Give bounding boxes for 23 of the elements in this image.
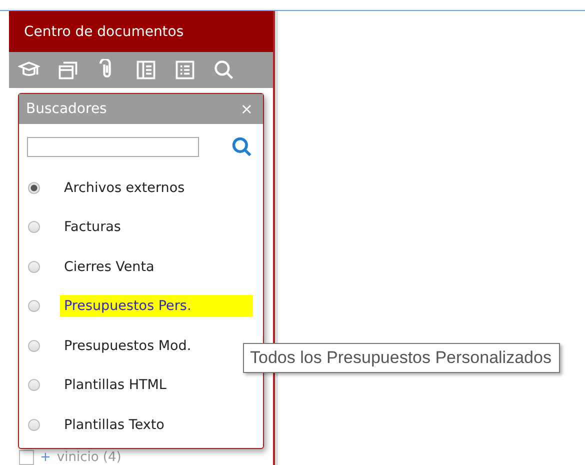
book-icon[interactable] (135, 59, 157, 81)
radio-button[interactable] (28, 418, 40, 431)
option-label[interactable]: Facturas (60, 216, 253, 238)
radio-button[interactable] (28, 379, 40, 392)
checkbox[interactable] (19, 450, 34, 465)
option-label[interactable]: Archivos externos (60, 176, 253, 199)
search-field[interactable] (27, 137, 199, 157)
list-icon[interactable] (174, 59, 196, 81)
search-icon[interactable] (231, 136, 253, 158)
radio-button[interactable] (28, 300, 40, 312)
option-label[interactable]: Presupuestos Pers. (60, 295, 253, 318)
option-label[interactable]: Plantillas HTML (60, 374, 253, 396)
cards-icon[interactable] (57, 59, 79, 81)
option-label[interactable]: Cierres Venta (60, 256, 253, 278)
option-label[interactable]: Plantillas Texto (60, 414, 253, 436)
radio-button[interactable] (28, 182, 40, 194)
search-icon[interactable] (213, 59, 235, 81)
popup-title: Buscadores (26, 101, 107, 117)
tooltip: Todos los Presupuestos Personalizados (243, 343, 560, 373)
radio-button[interactable] (28, 221, 40, 234)
panel-title: Centro de documentos (24, 24, 184, 40)
radio-button[interactable] (28, 340, 40, 352)
radio-button[interactable] (28, 260, 40, 273)
